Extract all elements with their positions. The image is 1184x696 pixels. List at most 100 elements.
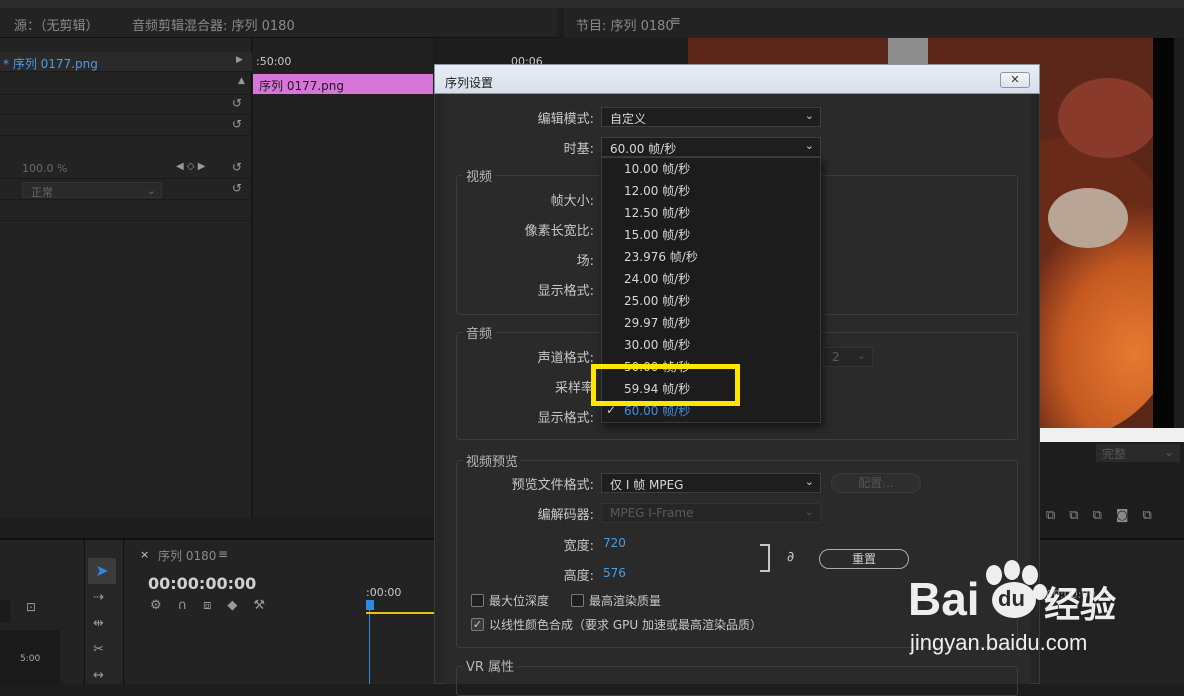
- preview-format-select[interactable]: 仅 I 帧 MPEG ⌄: [601, 473, 821, 493]
- timebase-option[interactable]: 23.976 帧/秒: [624, 246, 698, 268]
- ripple-edit-icon[interactable]: ⇹: [93, 616, 104, 631]
- play-arrow-icon[interactable]: ▶: [236, 55, 243, 65]
- program-tab[interactable]: 节目: 序列 0180: [576, 15, 674, 34]
- blend-row: 正常 ⌄ ↺: [0, 179, 252, 200]
- channel-count-select[interactable]: 2 ⌄: [823, 347, 873, 367]
- video-display-format-label: 显示格式:: [537, 284, 594, 299]
- timebase-option[interactable]: 12.00 帧/秒: [624, 180, 690, 202]
- reset-icon[interactable]: ↺: [232, 96, 242, 110]
- link-icon[interactable]: ∂: [787, 549, 794, 565]
- effect-clip-name: * 序列 0177.png: [3, 57, 98, 71]
- width-value[interactable]: 720: [603, 536, 626, 550]
- vr-section-title: VR 属性: [463, 656, 518, 675]
- sample-rate-label: 采样率: [554, 381, 594, 396]
- source-tab[interactable]: 源：（无剪辑）: [14, 15, 99, 34]
- opacity-row: 100.0 % ◀ ◇ ▶ ↺: [0, 158, 252, 179]
- timecode[interactable]: 00:00:00:00: [148, 574, 256, 593]
- codec-label: 编解码器:: [537, 508, 594, 523]
- timeline-tool-icons[interactable]: ⚙∩⧈◆⚒: [150, 598, 281, 613]
- timebase-option[interactable]: 25.00 帧/秒: [624, 290, 690, 312]
- playhead-icon[interactable]: [366, 600, 374, 610]
- watermark-brand: Bai: [908, 573, 980, 625]
- height-label: 高度:: [563, 569, 594, 584]
- effect-row: [0, 200, 252, 221]
- highlight-box: [591, 364, 740, 406]
- max-bit-depth-label: 最大位深度: [489, 594, 550, 608]
- edit-mode-label: 编辑模式:: [537, 112, 594, 127]
- timebase-option[interactable]: 24.00 帧/秒: [624, 268, 690, 290]
- chevron-down-icon: ⌄: [146, 184, 156, 197]
- link-bracket: [760, 544, 770, 572]
- work-area-bar[interactable]: [366, 612, 434, 614]
- max-render-quality-checkbox[interactable]: [571, 594, 584, 607]
- audio-section-title: 音频: [463, 323, 496, 342]
- top-strip: [0, 0, 1184, 8]
- blend-mode-select[interactable]: 正常 ⌄: [22, 182, 162, 199]
- timebase-select[interactable]: 60.00 帧/秒 ⌄: [601, 137, 821, 157]
- effect-row: ↺: [0, 115, 252, 136]
- effect-controls-panel: * 序列 0177.png ▶ ▲ ↺ ↺ 100.0 % ◀ ◇ ▶ ↺ 正常…: [0, 38, 252, 518]
- timebase-option[interactable]: 10.00 帧/秒: [624, 158, 690, 180]
- ruler-start: :00:00: [366, 586, 402, 599]
- project-thumbnail[interactable]: 5:00: [0, 630, 60, 684]
- reset-icon[interactable]: ↺: [232, 181, 242, 195]
- reset-icon[interactable]: ↺: [232, 160, 242, 174]
- panel-menu-icon[interactable]: ≡: [218, 547, 228, 561]
- height-value[interactable]: 576: [603, 566, 626, 580]
- frame-size-label: 帧大小:: [550, 194, 594, 209]
- chevron-down-icon: ⌄: [804, 505, 814, 518]
- keyframe-nav-icon[interactable]: ◀ ◇ ▶: [176, 161, 205, 172]
- playhead-line: [369, 610, 370, 684]
- selection-tool-icon[interactable]: ➤: [88, 558, 116, 584]
- timebase-option[interactable]: 30.00 帧/秒: [624, 334, 690, 356]
- linear-color-checkbox[interactable]: ✓: [471, 618, 484, 631]
- program-transport-icons[interactable]: ⧉⧉⧉◙⧉: [1046, 508, 1166, 523]
- chevron-down-icon: ⌄: [804, 475, 814, 488]
- timebase-label: 时基:: [563, 142, 594, 157]
- audio-mixer-tab[interactable]: 音频剪辑混合器: 序列 0180: [132, 15, 295, 34]
- codec-select[interactable]: MPEG I-Frame ⌄: [601, 503, 821, 523]
- effect-timeline: :50:00 00:06: [253, 38, 543, 518]
- panel-menu-icon[interactable]: ≡: [670, 14, 681, 29]
- channel-format-label: 声道格式:: [537, 351, 594, 366]
- effect-row: ▲: [0, 74, 252, 95]
- linear-color-label: 以线性颜色合成（要求 GPU 加速或最高渲染品质）: [489, 618, 762, 632]
- effect-clip-row[interactable]: * 序列 0177.png ▶: [0, 52, 252, 72]
- audio-display-format-label: 显示格式:: [537, 411, 594, 426]
- baidu-watermark: Bai du 经验 jingyan.baidu.com: [908, 560, 1184, 684]
- effect-row: ↺: [0, 94, 252, 115]
- max-render-quality-label: 最高渲染质量: [589, 594, 662, 608]
- timebase-option[interactable]: 15.00 帧/秒: [624, 224, 690, 246]
- close-icon[interactable]: ×: [140, 548, 149, 561]
- slip-icon[interactable]: ↔: [93, 668, 104, 683]
- sequence-tab[interactable]: 序列 0180: [158, 547, 216, 564]
- watermark-brand-tail: du: [998, 586, 1025, 611]
- video-section-title: 视频: [463, 166, 496, 185]
- ruler-start: :50:00: [256, 55, 292, 68]
- opacity-value[interactable]: 100.0 %: [22, 162, 67, 175]
- reset-icon[interactable]: ↺: [232, 117, 242, 131]
- fields-label: 场:: [576, 254, 594, 269]
- dialog-title: 序列设置: [445, 76, 494, 90]
- tools-panel: ➤ ⇢ ⇹ ✂ ↔: [84, 540, 124, 684]
- chevron-down-icon: ⌄: [1163, 445, 1174, 459]
- timebase-option[interactable]: 12.50 帧/秒: [624, 202, 690, 224]
- chevron-down-icon: ⌄: [804, 109, 814, 122]
- width-label: 宽度:: [563, 539, 594, 554]
- quality-select[interactable]: 完整 ⌄: [1096, 444, 1180, 462]
- watermark-jingyan: 经验: [1044, 585, 1117, 626]
- collapse-arrow-icon[interactable]: ▲: [238, 76, 245, 86]
- close-button[interactable]: ✕: [1000, 72, 1030, 88]
- configure-button[interactable]: 配置...: [831, 473, 921, 493]
- folder-icon[interactable]: ⊡: [26, 600, 36, 614]
- timebase-option[interactable]: 29.97 帧/秒: [624, 312, 690, 334]
- razor-icon[interactable]: ✂: [93, 642, 104, 657]
- chevron-down-icon: ⌄: [804, 139, 814, 152]
- watermark-url: jingyan.baidu.com: [910, 630, 1088, 655]
- edit-mode-select[interactable]: 自定义 ⌄: [601, 107, 821, 127]
- reset-button[interactable]: 重置: [819, 549, 909, 569]
- max-bit-depth-checkbox[interactable]: [471, 594, 484, 607]
- dialog-titlebar[interactable]: 序列设置: [434, 64, 1040, 94]
- clip-bar[interactable]: 序列 0177.png: [253, 74, 433, 94]
- track-select-icon[interactable]: ⇢: [93, 590, 104, 605]
